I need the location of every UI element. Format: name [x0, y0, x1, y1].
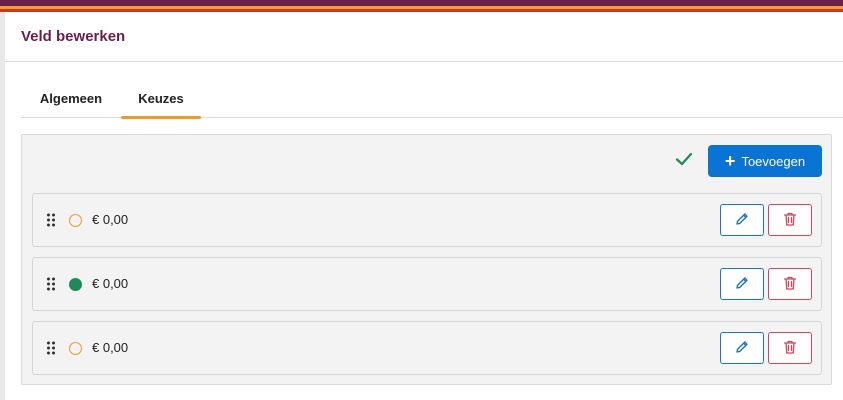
choice-row: € 0,00 [32, 321, 822, 375]
add-choice-button[interactable]: + Toevoegen [708, 145, 822, 177]
default-radio[interactable] [69, 278, 82, 291]
tab-algemeen[interactable]: Algemeen [21, 90, 121, 118]
choice-row: € 0,00 [32, 257, 822, 311]
edit-choice-button[interactable] [720, 268, 764, 300]
plus-icon: + [724, 151, 736, 171]
choice-price: € 0,00 [92, 340, 129, 355]
panel-header: Veld bewerken [5, 12, 843, 62]
add-choice-label: Toevoegen [741, 153, 806, 169]
trash-icon [782, 275, 798, 294]
trash-icon [782, 339, 798, 358]
pencil-icon [734, 275, 750, 294]
drag-handle-icon[interactable] [46, 276, 56, 292]
edit-field-panel: Veld bewerken Algemeen Keuzes + Toevoege… [5, 12, 843, 400]
pencil-icon [734, 211, 750, 230]
top-brand-bar [0, 0, 843, 12]
drag-handle-icon[interactable] [46, 340, 56, 356]
tab-bar: Algemeen Keuzes [21, 90, 843, 119]
delete-choice-button[interactable] [768, 332, 812, 364]
delete-choice-button[interactable] [768, 204, 812, 236]
choices-container: + Toevoegen € 0,00 € 0,00 € 0,00 [21, 134, 832, 385]
pencil-icon [734, 339, 750, 358]
trash-icon [782, 211, 798, 230]
choice-price: € 0,00 [92, 212, 129, 227]
default-radio[interactable] [69, 214, 82, 227]
choice-row: € 0,00 [32, 193, 822, 247]
choice-price: € 0,00 [92, 276, 129, 291]
edit-choice-button[interactable] [720, 332, 764, 364]
delete-choice-button[interactable] [768, 268, 812, 300]
drag-handle-icon[interactable] [46, 212, 56, 228]
edit-choice-button[interactable] [720, 204, 764, 236]
default-radio[interactable] [69, 342, 82, 355]
page-title: Veld bewerken [21, 28, 126, 45]
tab-keuzes[interactable]: Keuzes [121, 90, 201, 119]
check-icon [674, 149, 694, 169]
